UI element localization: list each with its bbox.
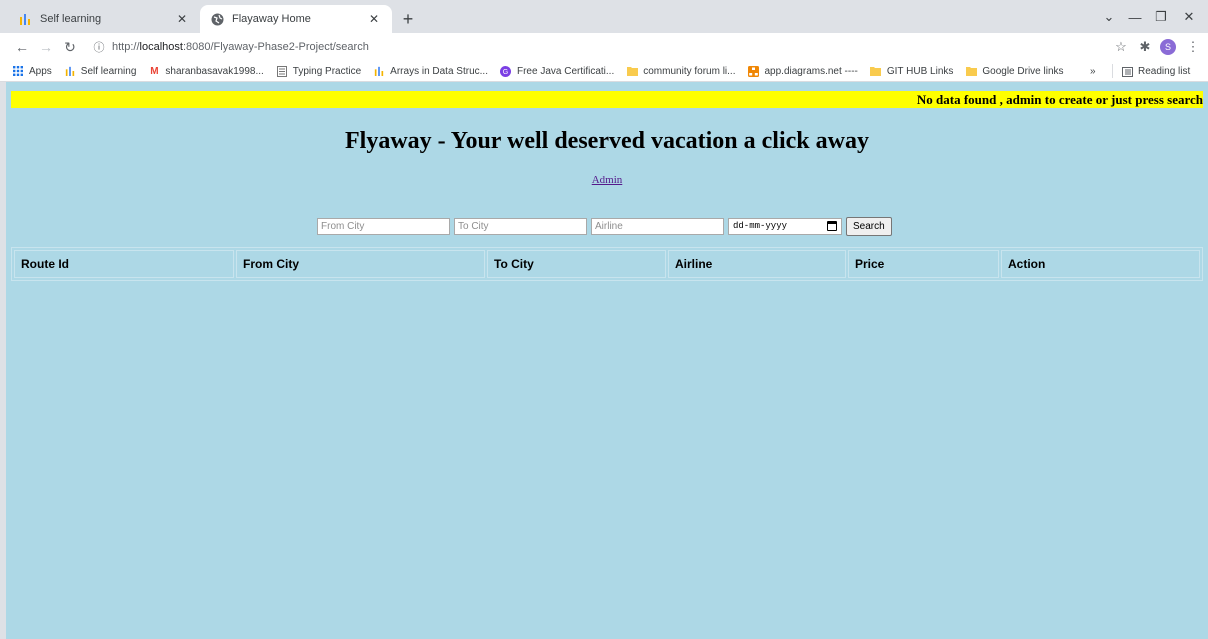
table-header-row: Route Id From City To City Airline Price…	[14, 250, 1200, 278]
column-header-price: Price	[848, 250, 999, 278]
to-city-input[interactable]	[454, 217, 587, 235]
tab-strip: Self learning ✕ Flayaway Home ✕ + ⌄ — ❐ …	[0, 0, 1208, 33]
bookmark-label: community forum li...	[643, 65, 736, 77]
new-tab-icon[interactable]: +	[398, 9, 418, 29]
bookmark-label: Apps	[29, 65, 52, 77]
bookmark-label: Typing Practice	[292, 65, 362, 77]
date-input[interactable]: dd-mm-yyyy	[728, 217, 842, 235]
admin-link[interactable]: Admin	[592, 174, 623, 186]
circle-icon: G	[500, 65, 512, 77]
bookmark-typing-practice[interactable]: Typing Practice	[276, 65, 361, 77]
gmail-icon: M	[150, 65, 159, 77]
bookmark-label: Google Drive links	[982, 65, 1064, 77]
forward-arrow-icon[interactable]: →	[36, 37, 56, 57]
window-close-icon[interactable]: ✕	[1178, 6, 1200, 28]
column-header-from-city: From City	[236, 250, 485, 278]
reading-list-label: Reading list	[1138, 66, 1191, 77]
tab-search-icon[interactable]: ⌄	[1098, 6, 1120, 28]
column-header-to-city: To City	[487, 250, 666, 278]
date-placeholder: dd-mm-yyyy	[733, 221, 788, 231]
bookmarks-overflow-button[interactable]: »	[1090, 61, 1096, 82]
bookmark-label: sharanbasavak1998...	[165, 65, 264, 77]
bookmark-label: GIT HUB Links	[886, 65, 954, 77]
tab-self-learning[interactable]: Self learning ✕	[8, 5, 200, 33]
bookmark-community-forum[interactable]: community forum li...	[626, 65, 736, 77]
info-icon[interactable]: ⓘ	[92, 39, 106, 55]
bookmark-gmail[interactable]: M sharanbasavak1998...	[148, 65, 264, 77]
calendar-icon[interactable]	[827, 221, 837, 231]
search-form: dd-mm-yyyy Search	[317, 216, 892, 236]
airline-input[interactable]	[591, 217, 724, 235]
globe-icon	[210, 12, 224, 26]
url-host: localhost	[139, 41, 183, 53]
tab-title: Self learning	[40, 13, 102, 25]
column-header-action: Action	[1001, 250, 1200, 278]
column-header-route-id: Route Id	[14, 250, 234, 278]
page-icon	[276, 65, 288, 77]
folder-icon	[626, 65, 638, 77]
bookmarks-bar: Apps Self learning M sharanbasavak1998..…	[0, 61, 1208, 82]
close-icon[interactable]: ✕	[366, 11, 382, 27]
column-header-airline: Airline	[668, 250, 846, 278]
url-path: :8080/Flyaway-Phase2-Project/search	[182, 41, 369, 53]
bookmark-free-java[interactable]: G Free Java Certificati...	[500, 65, 614, 77]
restore-icon[interactable]: ❐	[1150, 6, 1172, 28]
close-icon[interactable]: ✕	[174, 11, 190, 27]
bars-icon	[18, 12, 32, 26]
bookmark-label: Self learning	[80, 65, 137, 77]
reading-list-button[interactable]: Reading list	[1122, 61, 1190, 82]
folder-icon	[870, 65, 882, 77]
search-button[interactable]: Search	[846, 216, 892, 236]
star-icon[interactable]: ☆	[1112, 38, 1130, 56]
bookmark-google-drive[interactable]: Google Drive links	[965, 65, 1064, 77]
page-title: Flyaway - Your well deserved vacation a …	[345, 128, 869, 154]
page-viewport: No data found , admin to create or just …	[6, 82, 1208, 639]
bookmark-label: app.diagrams.net ----	[764, 65, 858, 77]
status-banner: No data found , admin to create or just …	[11, 91, 1203, 108]
menu-dots-icon[interactable]: ⋮	[1184, 38, 1202, 56]
bookmark-self-learning[interactable]: Self learning	[64, 65, 137, 77]
url-scheme: http://	[112, 41, 140, 53]
apps-grid-icon	[12, 65, 24, 77]
bookmark-diagrams[interactable]: app.diagrams.net ----	[748, 65, 858, 77]
bookmark-github-links[interactable]: GIT HUB Links	[870, 65, 954, 77]
tab-flyaway-home[interactable]: Flayaway Home ✕	[200, 5, 392, 33]
back-arrow-icon[interactable]: ←	[12, 37, 32, 57]
address-bar[interactable]: ⓘ http://localhost:8080/Flyaway-Phase2-P…	[92, 35, 1092, 59]
routes-table: Route Id From City To City Airline Price…	[11, 247, 1203, 281]
reading-list-icon	[1122, 66, 1133, 77]
browser-toolbar: ← → ↻ ⓘ http://localhost:8080/Flyaway-Ph…	[0, 33, 1208, 61]
tab-title: Flayaway Home	[232, 13, 311, 25]
bookmark-label: Free Java Certificati...	[516, 65, 615, 77]
bars-icon	[64, 65, 76, 77]
extensions-icon[interactable]: ✱	[1136, 38, 1154, 56]
minimize-icon[interactable]: —	[1124, 6, 1146, 28]
reload-icon[interactable]: ↻	[60, 37, 80, 57]
profile-avatar[interactable]: S	[1160, 39, 1176, 55]
bookmark-arrays[interactable]: Arrays in Data Struc...	[373, 65, 488, 77]
svg-text:G: G	[503, 69, 508, 76]
bars-icon	[373, 65, 385, 77]
bookmark-label: Arrays in Data Struc...	[390, 65, 488, 77]
bookmark-apps[interactable]: Apps	[12, 65, 52, 77]
from-city-input[interactable]	[317, 217, 450, 235]
admin-link-container: Admin	[6, 174, 1208, 186]
diagrams-icon	[748, 65, 760, 77]
bookmarks-divider	[1112, 64, 1113, 78]
folder-icon	[965, 65, 977, 77]
